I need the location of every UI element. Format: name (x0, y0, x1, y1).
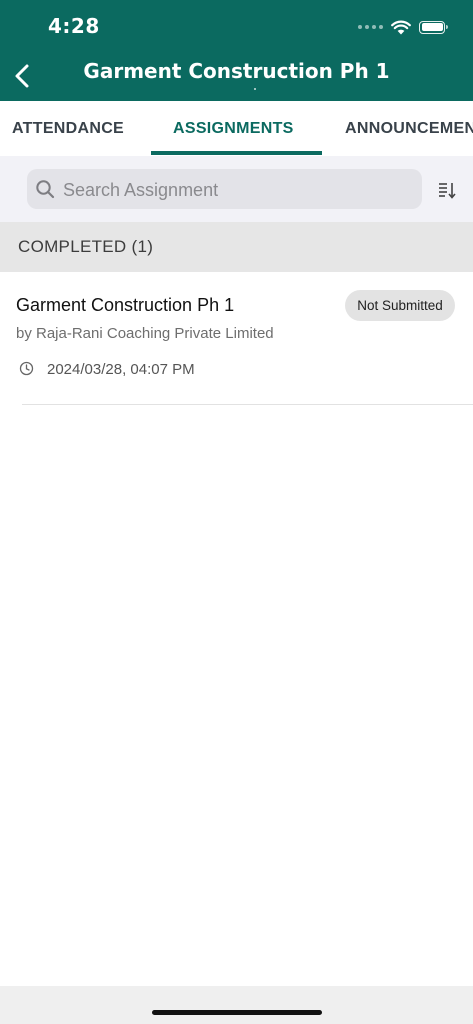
section-label: COMPLETED (1) (18, 237, 154, 256)
assignment-date: 2024/03/28, 04:07 PM (47, 361, 195, 378)
assignment-author: by Raja-Rani Coaching Private Limited (16, 325, 274, 342)
assignment-title: Garment Construction Ph 1 (16, 295, 235, 315)
active-tab-indicator (151, 151, 322, 155)
search-box[interactable] (27, 169, 422, 211)
sort-icon[interactable] (437, 180, 457, 200)
clock-icon (19, 361, 34, 376)
status-badge: Not Submitted (345, 290, 455, 321)
title-indicator-dot (254, 88, 256, 90)
wifi-icon (391, 20, 411, 34)
back-chevron-icon[interactable] (10, 60, 36, 92)
tab-announcements[interactable]: ANNOUNCEMENTS (345, 101, 473, 156)
cellular-signal-icon (358, 25, 383, 29)
status-time: 4:28 (48, 14, 100, 38)
list-item[interactable]: Garment Construction Ph 1 by Raja-Rani C… (0, 272, 473, 405)
page-title: Garment Construction Ph 1 (83, 59, 390, 83)
app-header: 4:28 Garment Construction Ph 1 (0, 0, 473, 101)
tab-bar: ATTENDANCE ASSIGNMENTS ANNOUNCEMENTS (0, 101, 473, 156)
battery-icon (419, 20, 448, 34)
search-icon (36, 180, 55, 199)
tab-attendance[interactable]: ATTENDANCE (12, 101, 124, 156)
tab-assignments[interactable]: ASSIGNMENTS (173, 101, 294, 156)
status-icons (358, 17, 448, 37)
home-indicator[interactable] (152, 1010, 322, 1015)
section-header-completed: COMPLETED (1) (0, 222, 473, 272)
divider (22, 404, 473, 405)
search-input[interactable] (61, 169, 415, 211)
bottom-bar (0, 986, 473, 1024)
search-area (0, 156, 473, 222)
